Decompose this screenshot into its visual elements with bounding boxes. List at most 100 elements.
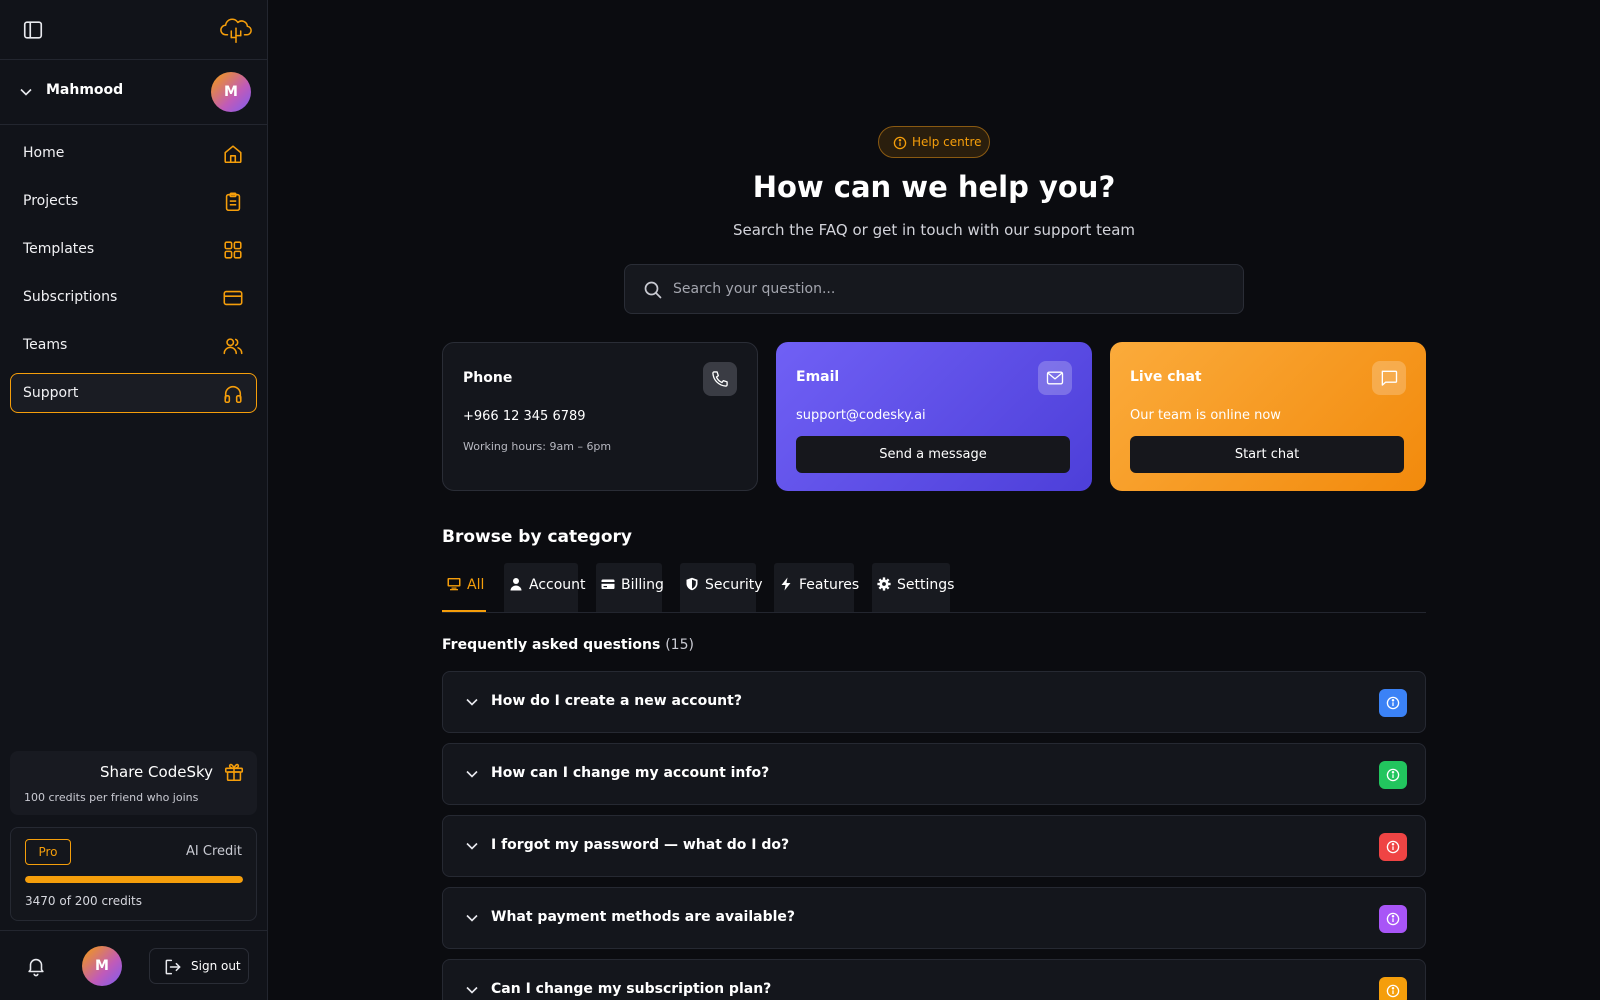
working-hours: Working hours: 9am – 6pm	[463, 440, 612, 453]
phone-card-title: Phone	[463, 370, 513, 386]
chevron-down-icon	[19, 85, 33, 99]
phone-icon[interactable]	[703, 362, 737, 396]
live-chat-card: Live chat Our team is online now Start c…	[1110, 342, 1426, 491]
faq-section-title: Frequently asked questions (15)	[442, 637, 694, 653]
chevron-down-icon	[465, 983, 479, 997]
page-title: How can we help you?	[752, 170, 1116, 204]
sidebar-item-teams[interactable]: Teams	[10, 325, 257, 365]
share-title: Share CodeSky	[99, 763, 213, 781]
bolt-icon	[779, 577, 793, 591]
home-icon	[222, 143, 244, 165]
category-tabs: All Account Billing Security Features Se…	[442, 563, 1426, 613]
info-badge-icon	[1379, 977, 1407, 1000]
faq-list: How do I create a new account? How can I…	[442, 671, 1426, 1000]
search-input[interactable]	[673, 265, 1233, 313]
info-badge-icon	[1379, 761, 1407, 789]
sidebar-item-templates[interactable]: Templates	[10, 229, 257, 269]
email-card: Email support@codesky.ai Send a message	[776, 342, 1092, 491]
faq-title-text: Frequently asked questions	[442, 637, 661, 653]
credit-progress-bar	[25, 876, 243, 883]
credit-progress-fill	[25, 876, 243, 883]
faq-item[interactable]: What payment methods are available?	[442, 887, 1426, 949]
pill-label: Help centre	[912, 135, 982, 149]
sidebar-item-label: Support	[23, 385, 79, 401]
sign-out-button[interactable]: Sign out	[149, 948, 249, 984]
tab-label: Settings	[897, 577, 955, 593]
help-centre-main: Help centre How can we help you? Search …	[268, 0, 1600, 1000]
sidebar-item-home[interactable]: Home	[10, 133, 257, 173]
gift-icon	[223, 761, 245, 783]
credit-count: 3470 of 200 credits	[25, 894, 143, 908]
faq-question: How can I change my account info?	[491, 765, 770, 781]
live-chat-title: Live chat	[1130, 369, 1202, 385]
tab-label: Security	[705, 577, 763, 593]
plan-badge: Pro	[25, 839, 71, 865]
clipboard-icon	[222, 191, 244, 213]
tab-features[interactable]: Features	[774, 563, 859, 612]
faq-item[interactable]: How do I create a new account?	[442, 671, 1426, 733]
faq-count: (15)	[665, 637, 694, 653]
user-switcher[interactable]: Mahmood M	[0, 60, 267, 125]
info-badge-icon	[1379, 905, 1407, 933]
sidebar-header	[0, 0, 267, 60]
chat-bubble-icon[interactable]	[1372, 361, 1406, 395]
sidebar-item-support[interactable]: Support	[10, 373, 257, 413]
faq-item[interactable]: How can I change my account info?	[442, 743, 1426, 805]
mail-icon[interactable]	[1038, 361, 1072, 395]
share-referral-card[interactable]: Share CodeSky 100 credits per friend who…	[10, 751, 257, 815]
sidebar-footer: M Sign out	[0, 930, 267, 1000]
chevron-down-icon	[465, 839, 479, 853]
help-centre-pill: Help centre	[878, 126, 990, 158]
search-box	[624, 264, 1244, 314]
sidebar-item-projects[interactable]: Projects	[10, 181, 257, 221]
sidebar-item-label: Projects	[23, 193, 79, 209]
sidebar-item-subscriptions[interactable]: Subscriptions	[10, 277, 257, 317]
info-badge-icon	[1379, 689, 1407, 717]
credit-card-icon	[222, 287, 244, 309]
phone-number[interactable]: +966 12 345 6789	[463, 409, 586, 424]
tab-settings[interactable]: Settings	[872, 563, 954, 612]
sidebar-item-label: Teams	[23, 337, 68, 353]
sidebar-toggle-icon[interactable]	[22, 19, 44, 41]
shield-icon	[685, 577, 699, 591]
faq-question: I forgot my password — what do I do?	[491, 837, 790, 853]
sidebar-item-label: Home	[23, 145, 65, 161]
sidebar-item-label: Subscriptions	[23, 289, 118, 305]
tab-security[interactable]: Security	[680, 563, 763, 612]
faq-question: How do I create a new account?	[491, 693, 742, 709]
support-email[interactable]: support@codesky.ai	[796, 408, 926, 423]
gear-icon	[877, 577, 891, 591]
sidebar-nav: Home Projects Templates Subscriptions Te…	[10, 133, 257, 421]
chevron-down-icon	[465, 695, 479, 709]
bell-icon[interactable]	[25, 955, 47, 977]
sidebar-item-label: Templates	[23, 241, 95, 257]
page-subtitle: Search the FAQ or get in touch with our …	[732, 221, 1136, 239]
send-message-button[interactable]: Send a message	[796, 436, 1070, 473]
avatar[interactable]: M	[211, 72, 251, 112]
info-icon	[893, 136, 907, 150]
phone-card: Phone +966 12 345 6789 Working hours: 9a…	[442, 342, 758, 491]
tab-label: Features	[799, 577, 860, 593]
tab-all[interactable]: All	[442, 563, 486, 612]
avatar[interactable]: M	[82, 946, 122, 986]
faq-item[interactable]: I forgot my password — what do I do?	[442, 815, 1426, 877]
tab-label: Account	[529, 577, 586, 593]
tab-label: Billing	[621, 577, 664, 593]
start-chat-button[interactable]: Start chat	[1130, 436, 1404, 473]
ai-credit-card: Pro AI Credit 3470 of 200 credits	[10, 827, 257, 921]
faq-question: Can I change my subscription plan?	[491, 981, 772, 997]
tab-account[interactable]: Account	[504, 563, 586, 612]
share-subtitle: 100 credits per friend who joins	[24, 791, 199, 804]
faq-item[interactable]: Can I change my subscription plan?	[442, 959, 1426, 1000]
chevron-down-icon	[465, 767, 479, 781]
sidebar: Mahmood M Home Projects Templates Subscr…	[0, 0, 268, 1000]
search-icon	[643, 280, 663, 300]
headphones-icon	[222, 383, 244, 405]
live-chat-status: Our team is online now	[1130, 408, 1281, 423]
tab-billing[interactable]: Billing	[596, 563, 664, 612]
grid-icon	[222, 239, 244, 261]
user-icon	[509, 577, 523, 591]
ai-credit-label: AI Credit	[186, 844, 242, 859]
sign-out-label: Sign out	[191, 959, 241, 973]
email-card-title: Email	[796, 369, 840, 385]
